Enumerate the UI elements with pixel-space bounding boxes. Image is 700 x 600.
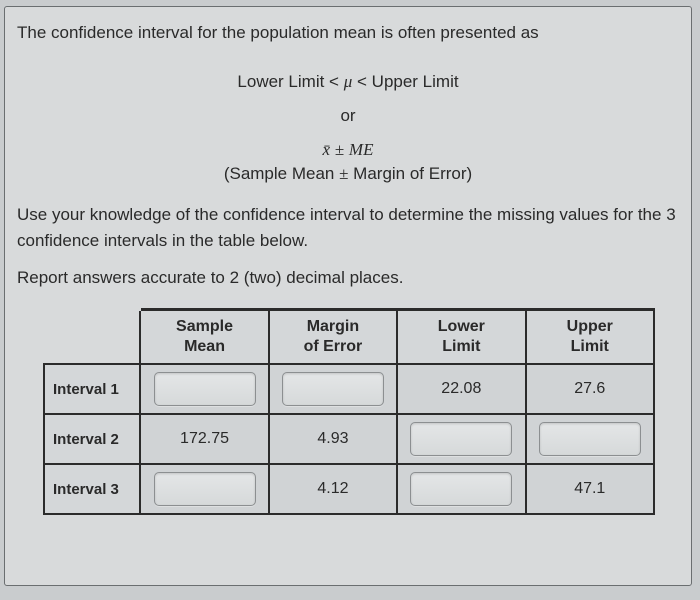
table-row: Interval 1 22.08 27.6	[44, 364, 654, 414]
table-header-row: Sample Mean Margin of Error Lower Limit …	[44, 310, 654, 365]
header-empty	[44, 310, 140, 365]
header-upper-l1: Upper	[567, 318, 613, 335]
xbar-symbol: x̄	[323, 140, 331, 159]
formula-xbar-me: x̄ ± ME	[17, 140, 679, 160]
header-sample-mean: Sample Mean	[140, 310, 268, 365]
row-label-3: Interval 3	[44, 464, 140, 514]
input-r1-margin[interactable]	[282, 372, 384, 406]
lt-symbol-1: <	[329, 72, 339, 91]
formula-words-post: Margin of Error)	[348, 164, 472, 183]
value-r2-margin: 4.93	[317, 430, 348, 447]
cell-r2-lower	[397, 414, 525, 464]
header-upper-l2: Limit	[571, 338, 609, 355]
cell-r2-upper	[526, 414, 654, 464]
table-row: Interval 2 172.75 4.93	[44, 414, 654, 464]
me-symbol: ME	[349, 140, 374, 159]
cell-r1-sample-mean	[140, 364, 268, 414]
formula-words: (Sample Mean ± Margin of Error)	[17, 164, 679, 184]
mu-symbol: μ	[344, 72, 353, 91]
question-panel: The confidence interval for the populati…	[4, 6, 692, 586]
value-r3-margin: 4.12	[317, 480, 348, 497]
lt-symbol-2: <	[357, 72, 367, 91]
value-r3-upper: 47.1	[574, 480, 605, 497]
header-margin: Margin of Error	[269, 310, 397, 365]
row-label-1: Interval 1	[44, 364, 140, 414]
table-row: Interval 3 4.12 47.1	[44, 464, 654, 514]
header-sample-mean-l1: Sample	[176, 318, 233, 335]
cell-r3-margin: 4.12	[269, 464, 397, 514]
header-margin-l2: of Error	[304, 338, 363, 355]
formula-words-pre: (Sample Mean	[224, 164, 339, 183]
header-sample-mean-l2: Mean	[184, 338, 225, 355]
pm-symbol: ±	[335, 140, 344, 159]
header-margin-l1: Margin	[307, 318, 359, 335]
input-r2-upper[interactable]	[539, 422, 641, 456]
value-r1-upper: 27.6	[574, 380, 605, 397]
formula-upper-text: Upper Limit	[367, 72, 459, 91]
cell-r3-lower	[397, 464, 525, 514]
intro-text: The confidence interval for the populati…	[17, 21, 679, 46]
row-label-2: Interval 2	[44, 414, 140, 464]
value-r2-sample-mean: 172.75	[180, 430, 229, 447]
header-upper: Upper Limit	[526, 310, 654, 365]
confidence-interval-table: Sample Mean Margin of Error Lower Limit …	[43, 308, 655, 515]
header-lower-l1: Lower	[438, 318, 485, 335]
cell-r2-margin: 4.93	[269, 414, 397, 464]
cell-r3-upper: 47.1	[526, 464, 654, 514]
cell-r3-sample-mean	[140, 464, 268, 514]
input-r1-sample-mean[interactable]	[154, 372, 256, 406]
header-lower: Lower Limit	[397, 310, 525, 365]
value-r1-lower: 22.08	[441, 380, 481, 397]
instruction-2: Report answers accurate to 2 (two) decim…	[17, 268, 679, 288]
input-r2-lower[interactable]	[410, 422, 512, 456]
cell-r1-upper: 27.6	[526, 364, 654, 414]
formula-interval: Lower Limit < μ < Upper Limit	[17, 72, 679, 92]
instruction-1: Use your knowledge of the confidence int…	[17, 202, 679, 255]
cell-r1-lower: 22.08	[397, 364, 525, 414]
cell-r1-margin	[269, 364, 397, 414]
cell-r2-sample-mean: 172.75	[140, 414, 268, 464]
input-r3-lower[interactable]	[410, 472, 512, 506]
header-lower-l2: Limit	[442, 338, 480, 355]
formula-lower-text: Lower Limit	[237, 72, 329, 91]
input-r3-sample-mean[interactable]	[154, 472, 256, 506]
or-text: or	[17, 106, 679, 126]
